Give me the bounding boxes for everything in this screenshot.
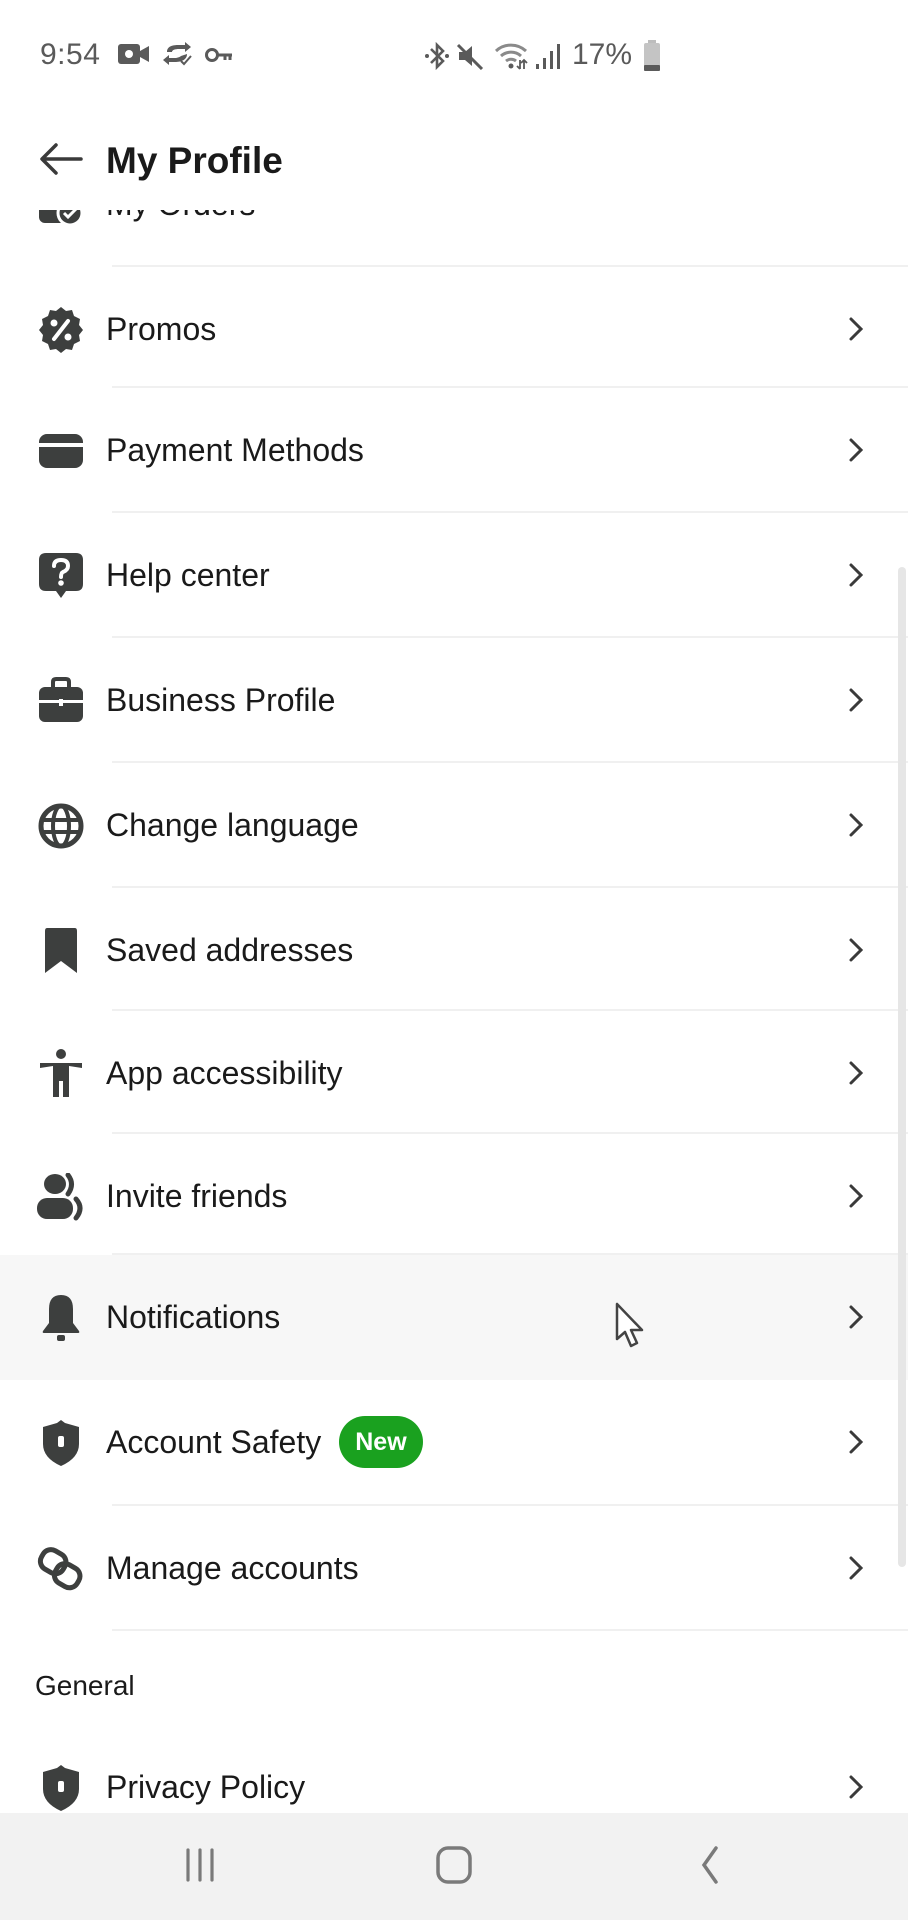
chevron-right-icon (844, 1773, 868, 1801)
chevron-right-icon (844, 1182, 868, 1210)
shield-icon (36, 1418, 86, 1468)
system-nav-bar (0, 1813, 908, 1920)
system-back-button[interactable] (669, 1839, 749, 1895)
chevron-right-icon (844, 561, 868, 589)
divider (112, 1629, 908, 1631)
briefcase-icon (36, 676, 86, 726)
profile-menu-list: My Orders Promos Payment Methods Help ce… (0, 140, 908, 1813)
menu-item-account-safety[interactable]: Account Safety New (0, 1380, 908, 1504)
status-time: 9:54 (40, 38, 101, 71)
chevron-right-icon (844, 936, 868, 964)
chevron-right-icon (844, 1303, 868, 1331)
menu-item-label: App accessibility (106, 1055, 343, 1091)
menu-item-promos[interactable]: Promos (0, 267, 908, 391)
bookmark-icon (36, 926, 86, 976)
menu-item-label: Business Profile (106, 682, 336, 718)
wifi-icon (494, 42, 530, 75)
chevron-left-icon (694, 1845, 724, 1890)
signal-icon (534, 42, 562, 75)
help-question-icon (36, 551, 86, 601)
scrollbar[interactable] (898, 567, 906, 1567)
menu-item-saved-addresses[interactable]: Saved addresses (0, 888, 908, 1012)
battery-icon (643, 40, 661, 77)
back-button[interactable] (34, 134, 88, 188)
sync-check-icon (163, 42, 193, 71)
chevron-right-icon (844, 436, 868, 464)
menu-item-label: Privacy Policy (106, 1769, 306, 1805)
chevron-right-icon (844, 811, 868, 839)
people-icon (36, 1172, 86, 1222)
home-icon (434, 1845, 474, 1890)
menu-item-label: Help center (106, 557, 270, 593)
chevron-right-icon (844, 315, 868, 343)
menu-item-notifications[interactable]: Notifications (0, 1255, 908, 1380)
battery-percent: 17% (572, 38, 633, 71)
menu-item-change-language[interactable]: Change language (0, 763, 908, 887)
menu-item-manage-accounts[interactable]: Manage accounts (0, 1506, 908, 1630)
link-icon (36, 1544, 86, 1594)
new-badge: New (339, 1415, 423, 1468)
bluetooth-icon (424, 41, 450, 75)
wallet-icon (36, 426, 86, 476)
chevron-right-icon (844, 1554, 868, 1582)
accessibility-icon (36, 1049, 86, 1099)
account-safety-label: Account Safety (106, 1424, 322, 1460)
app-header: My Profile (0, 110, 908, 210)
section-title-general: General (35, 1670, 135, 1701)
chevron-right-icon (844, 686, 868, 714)
menu-item-help-center[interactable]: Help center (0, 513, 908, 637)
menu-item-label: Manage accounts (106, 1550, 359, 1586)
chevron-right-icon (844, 1059, 868, 1087)
menu-item-label: Change language (106, 807, 359, 843)
menu-item-label: Saved addresses (106, 932, 354, 968)
bell-icon (36, 1293, 86, 1343)
menu-item-privacy-policy[interactable]: Privacy Policy (0, 1725, 908, 1813)
page-title: My Profile (106, 140, 283, 181)
menu-item-payment-methods[interactable]: Payment Methods (0, 388, 908, 512)
menu-item-app-accessibility[interactable]: App accessibility (0, 1011, 908, 1135)
chevron-right-icon (844, 1428, 868, 1456)
menu-item-invite-friends[interactable]: Invite friends (0, 1134, 908, 1258)
mute-icon (456, 42, 484, 75)
vpn-key-icon (205, 47, 233, 68)
menu-item-label: Invite friends (106, 1178, 288, 1214)
menu-item-business-profile[interactable]: Business Profile (0, 638, 908, 762)
video-call-icon (118, 42, 150, 71)
recent-apps-icon (180, 1847, 220, 1888)
shield-icon (36, 1763, 86, 1813)
promo-percent-icon (36, 305, 86, 355)
arrow-left-icon (39, 142, 83, 181)
recent-apps-button[interactable] (160, 1839, 240, 1895)
home-button[interactable] (414, 1839, 494, 1895)
menu-item-label: Notifications (106, 1299, 281, 1335)
menu-item-label: Promos (106, 311, 217, 347)
status-bar: 9:54 17% (0, 0, 908, 110)
menu-item-label: Account Safety New (106, 1380, 423, 1504)
menu-item-label: Payment Methods (106, 432, 364, 468)
globe-icon (36, 801, 86, 851)
